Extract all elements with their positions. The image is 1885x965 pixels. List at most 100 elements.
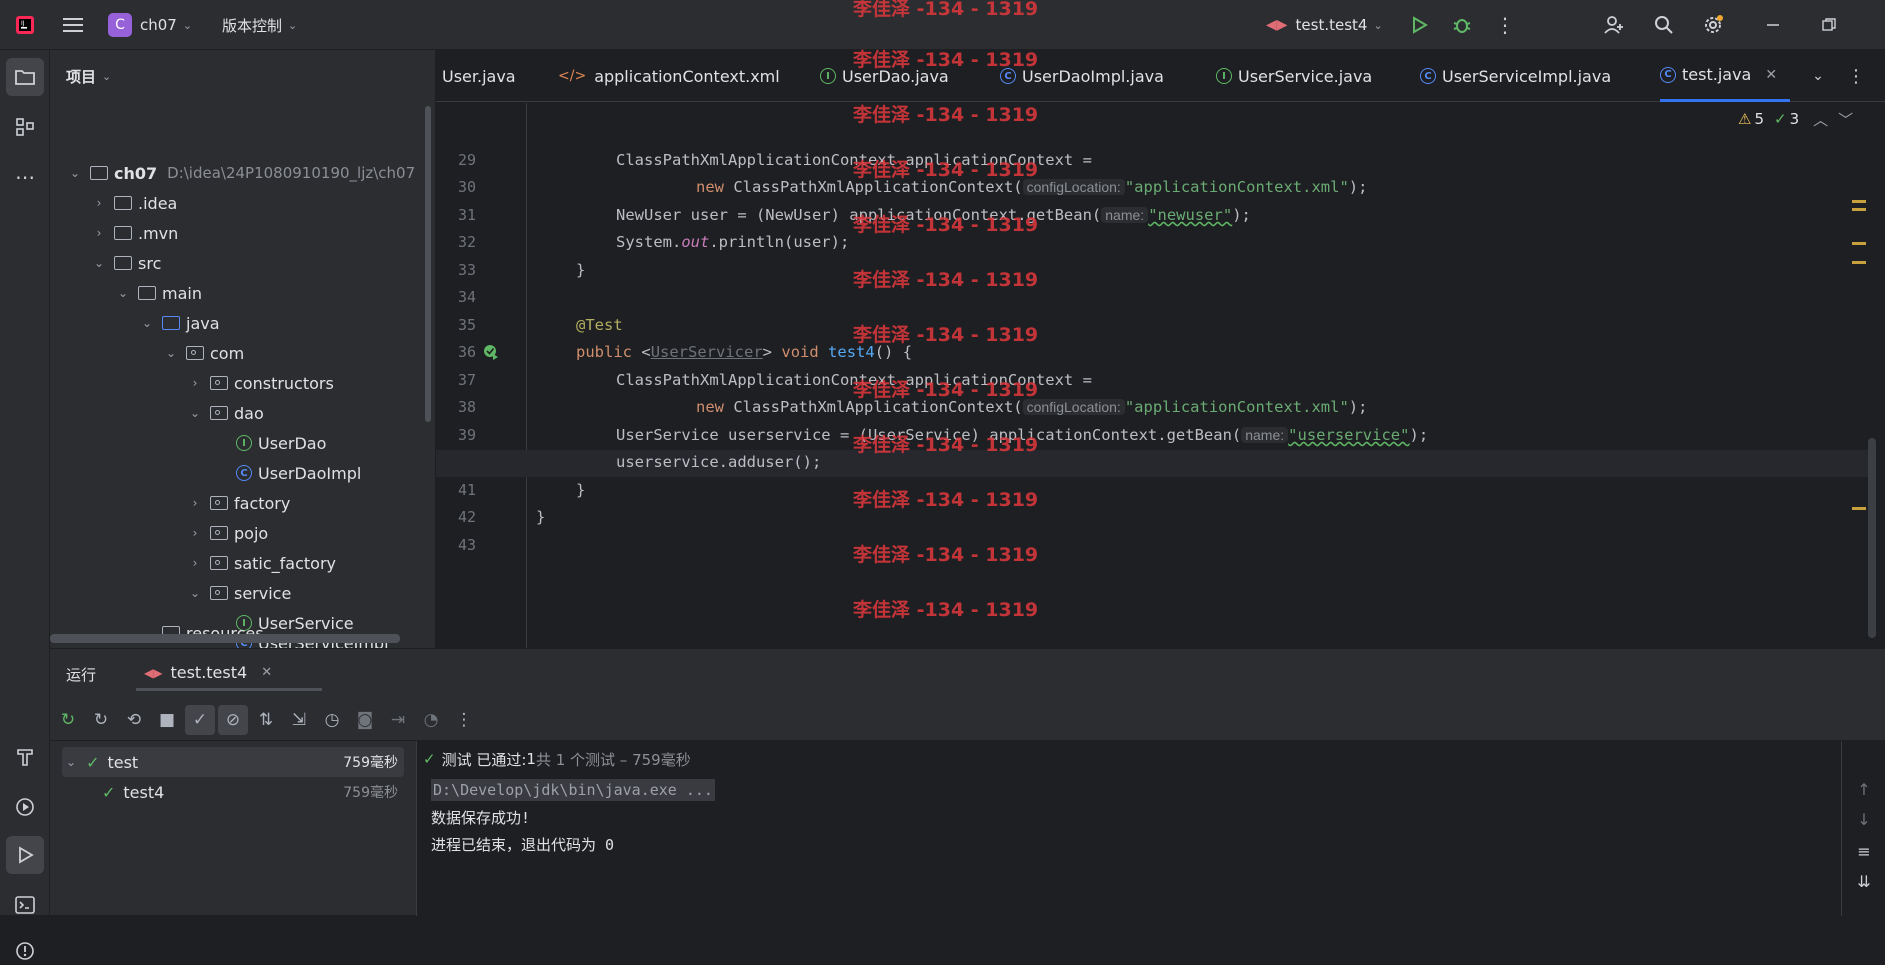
- tab-userservice-java[interactable]: I UserService.java: [1216, 50, 1372, 102]
- export-icon[interactable]: ⇥: [383, 705, 413, 735]
- parameter-hint: name:: [1101, 207, 1149, 223]
- more-actions-icon[interactable]: ⋮: [1492, 12, 1518, 38]
- line-number: 43: [457, 536, 476, 554]
- tree-item-label: dao: [234, 403, 264, 423]
- debug-icon[interactable]: [1449, 12, 1475, 38]
- code-area[interactable]: ClassPathXmlApplicationContext applicati…: [532, 103, 1862, 648]
- test-row-test[interactable]: ⌄ ✓ test 759毫秒: [62, 747, 404, 777]
- error-stripe-marker[interactable]: [1852, 242, 1866, 245]
- toggle-auto-test-icon[interactable]: ⟲: [119, 705, 149, 735]
- tree-item-label: UserDao: [258, 433, 327, 453]
- test-row-test4[interactable]: ✓ test4 759毫秒: [62, 777, 404, 807]
- tree-item-userdaoimpl[interactable]: C UserDaoImpl: [236, 458, 361, 488]
- settings-icon[interactable]: [1700, 12, 1726, 38]
- terminal-icon[interactable]: [6, 886, 44, 924]
- project-selector[interactable]: C ch07 ⌄: [108, 12, 192, 38]
- minimize-icon[interactable]: [1760, 12, 1786, 38]
- main-menu-icon[interactable]: [60, 12, 86, 38]
- folder-icon: [114, 226, 132, 240]
- error-stripe-marker[interactable]: [1852, 200, 1866, 203]
- line-number: 41: [457, 481, 476, 499]
- tab-userserviceimpl-java[interactable]: C UserServiceImpl.java: [1420, 50, 1611, 102]
- restore-icon[interactable]: [1816, 12, 1842, 38]
- error-stripe-marker[interactable]: [1852, 208, 1866, 211]
- tab-label: User.java: [442, 66, 516, 86]
- error-stripe-marker[interactable]: [1852, 507, 1866, 510]
- services-icon[interactable]: [6, 788, 44, 826]
- tree-item-userdao[interactable]: I UserDao: [236, 428, 326, 458]
- tree-item-src[interactable]: ⌄ src: [92, 248, 161, 278]
- screenshot-icon[interactable]: ◙: [350, 705, 380, 735]
- project-panel-header[interactable]: 项目 ⌄: [66, 64, 111, 88]
- scroll-to-end-icon[interactable]: ⇊: [1852, 869, 1876, 893]
- soft-wrap-icon[interactable]: ≡: [1852, 839, 1876, 863]
- more-tools-icon[interactable]: ⋯: [6, 158, 44, 196]
- close-icon[interactable]: ✕: [1765, 67, 1777, 83]
- coverage-icon[interactable]: ◔: [416, 705, 446, 735]
- rerun-failed-icon[interactable]: ↻: [86, 705, 116, 735]
- tree-item-constructors[interactable]: › constructors: [188, 368, 334, 398]
- tree-root[interactable]: ⌄ ch07 D:\idea\24P1080910190_ljz\ch07: [68, 158, 415, 188]
- watermark: 李佳泽 -134 - 1319: [853, 489, 1039, 511]
- tree-item-satic-factory[interactable]: › satic_factory: [188, 548, 336, 578]
- tabs-dropdown-icon[interactable]: ⌄: [1806, 64, 1830, 88]
- run-config-selector[interactable]: ◀▶ test.test4 ⌄: [1266, 12, 1383, 38]
- tree-item-service[interactable]: ⌄ service: [188, 578, 291, 608]
- project-hscrollbar[interactable]: [50, 634, 400, 643]
- rerun-icon[interactable]: ↻: [53, 705, 83, 735]
- line-number: 31: [457, 206, 476, 224]
- console-command-line: D:\Develop\jdk\bin\java.exe ...: [431, 779, 715, 801]
- close-icon[interactable]: ✕: [261, 665, 272, 680]
- run-icon[interactable]: [1406, 12, 1432, 38]
- tab-test-java[interactable]: C test.java ✕: [1660, 50, 1790, 102]
- more-actions-icon[interactable]: ⋮: [449, 705, 479, 735]
- source-folder-icon: [162, 316, 180, 330]
- tab-user-java[interactable]: User.java: [442, 50, 516, 102]
- vcs-menu[interactable]: 版本控制 ⌄: [222, 12, 297, 38]
- tree-item-label: com: [210, 343, 245, 363]
- intellij-logo-icon[interactable]: IJ: [14, 14, 36, 36]
- sort-by-duration-icon[interactable]: ⇲: [284, 705, 314, 735]
- show-passed-icon[interactable]: ✓: [185, 704, 215, 735]
- project-folder-icon[interactable]: [6, 58, 44, 96]
- tree-item-label: UserDaoImpl: [258, 463, 362, 483]
- tree-item-java[interactable]: ⌄ java: [140, 308, 220, 338]
- run-tab-test-test4[interactable]: ◀▶ test.test4 ✕: [136, 657, 322, 691]
- build-icon[interactable]: [6, 738, 44, 776]
- tree-item-label: constructors: [234, 373, 334, 393]
- tree-item-idea[interactable]: › .idea: [92, 188, 178, 218]
- run-tool-icon[interactable]: [6, 836, 44, 874]
- code-line-42: }: [536, 508, 546, 526]
- search-icon[interactable]: [1651, 12, 1677, 38]
- tree-item-com[interactable]: ⌄ com: [164, 338, 244, 368]
- tree-item-mvn[interactable]: › .mvn: [92, 218, 179, 248]
- problems-icon[interactable]: [6, 936, 44, 965]
- tree-item-resources[interactable]: ⌄ resources: [140, 618, 264, 648]
- svg-text:IJ: IJ: [21, 20, 25, 27]
- tree-item-pojo[interactable]: › pojo: [188, 518, 269, 548]
- show-ignored-icon[interactable]: ⊘: [218, 704, 248, 735]
- run-test-gutter-icon[interactable]: [483, 344, 499, 360]
- tree-item-label: src: [138, 253, 162, 273]
- console-output[interactable]: ✓ 测试 已通过: 1 共 1 个测试 – 759毫秒 D:\Develop\j…: [416, 741, 1885, 916]
- line-number: 33: [457, 261, 476, 279]
- editor-scrollbar[interactable]: [1868, 438, 1876, 638]
- error-stripe-marker[interactable]: [1852, 261, 1866, 264]
- add-user-icon[interactable]: [1601, 12, 1627, 38]
- chevron-right-icon: ›: [192, 496, 198, 510]
- project-scrollbar[interactable]: [425, 106, 431, 422]
- tree-item-label: service: [234, 583, 292, 603]
- scroll-up-icon[interactable]: ↑: [1852, 777, 1876, 801]
- tree-item-factory[interactable]: › factory: [188, 488, 291, 518]
- test-history-icon[interactable]: ◷: [317, 705, 347, 735]
- tree-item-main[interactable]: ⌄ main: [116, 278, 202, 308]
- scroll-down-icon[interactable]: ↓: [1852, 807, 1876, 831]
- interface-icon: I: [820, 68, 836, 84]
- tabs-more-icon[interactable]: ⋮: [1844, 64, 1868, 88]
- tree-item-dao[interactable]: ⌄ dao: [188, 398, 264, 428]
- sort-alphabetically-icon[interactable]: ⇅: [251, 705, 281, 735]
- tab-application-context-xml[interactable]: </> applicationContext.xml: [558, 50, 780, 102]
- structure-icon[interactable]: [6, 108, 44, 146]
- line-number: 32: [457, 233, 476, 251]
- stop-icon[interactable]: ■: [152, 705, 182, 735]
